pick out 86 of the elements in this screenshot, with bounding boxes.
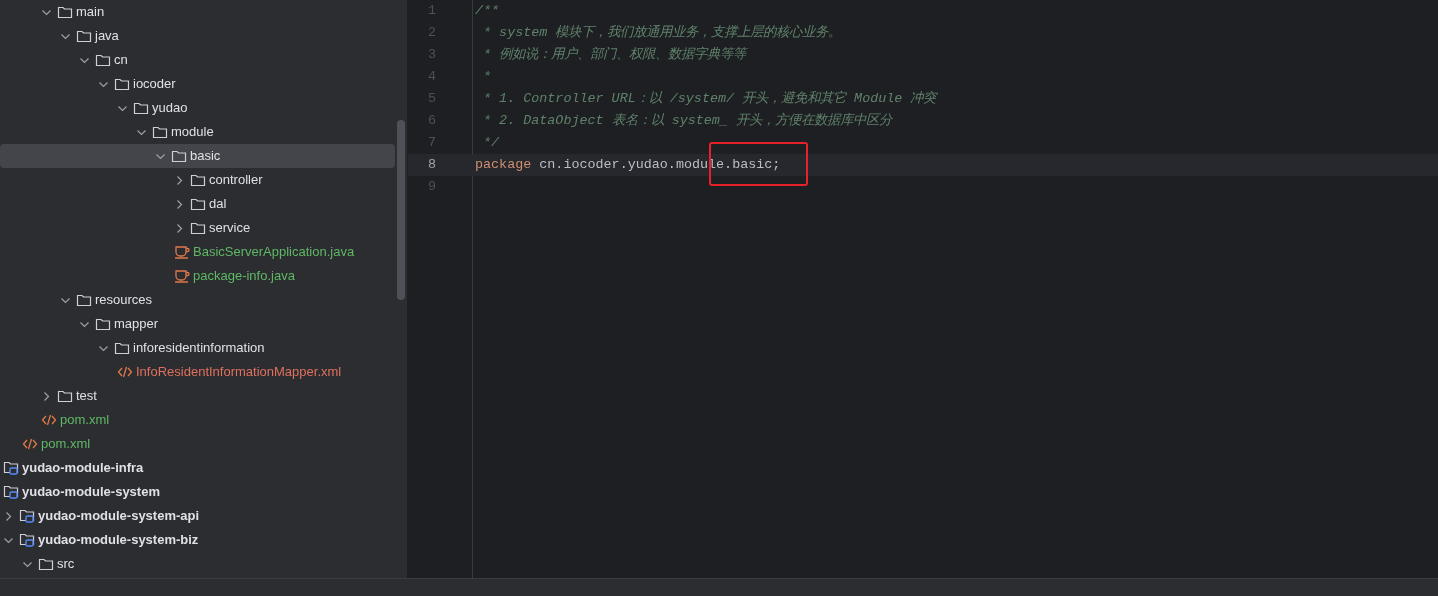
chevron-right-icon	[3, 510, 14, 522]
tree-item-label: test	[76, 388, 97, 404]
tree-item[interactable]: src	[0, 552, 395, 576]
tree-item-label: yudao-module-system-biz	[38, 532, 199, 548]
tree-item[interactable]: module	[0, 120, 395, 144]
chevron-right-icon	[174, 174, 185, 186]
tree-item-label: mapper	[114, 316, 159, 332]
tree-item-label: src	[57, 556, 75, 572]
tree-item-label: inforesidentinformation	[133, 340, 265, 356]
code-tag-icon	[117, 365, 133, 379]
module-folder-icon	[19, 533, 35, 547]
folder-icon	[114, 77, 130, 91]
tree-item-label: dal	[209, 196, 227, 212]
tree-item[interactable]: inforesidentinformation	[0, 336, 395, 360]
folder-icon	[190, 221, 206, 235]
tree-item[interactable]: yudao-module-system	[0, 480, 395, 504]
tree-item[interactable]: InfoResidentInformationMapper.xml	[0, 360, 395, 384]
tree-item-label: pom.xml	[60, 412, 110, 428]
folder-icon	[57, 389, 73, 403]
tree-item[interactable]: resources	[0, 288, 395, 312]
tree-item[interactable]: yudao-module-system-biz	[0, 528, 395, 552]
tree-item-label: service	[209, 220, 251, 236]
tree-item[interactable]: dal	[0, 192, 395, 216]
tree-item[interactable]: controller	[0, 168, 395, 192]
tree-item-label: BasicServerApplication.java	[193, 244, 355, 260]
code-line: * system 模块下，我们放通用业务，支撑上层的核心业务。	[482, 23, 842, 42]
module-folder-icon	[3, 461, 19, 475]
tree-item-label: pom.xml	[41, 436, 91, 452]
tree-item[interactable]: cn	[0, 48, 395, 72]
tree-item-label: yudao-module-system	[22, 484, 160, 500]
chevron-right-icon	[174, 222, 185, 234]
folder-icon	[190, 173, 206, 187]
chevron-right-icon	[174, 198, 185, 210]
tree-item[interactable]: service	[0, 216, 395, 240]
tree-item-label: resources	[95, 292, 153, 308]
tree-item[interactable]: iocoder	[0, 72, 395, 96]
code-line: * 1. Controller URL：以 /system/ 开头，避免和其它 Module 冲突	[482, 89, 937, 108]
tree-item-label: yudao-module-system-api	[38, 508, 200, 524]
tree-item[interactable]: basic	[0, 144, 395, 168]
tree-item[interactable]: pom.xml	[0, 432, 395, 456]
code-line: * 例如说：用户、部门、权限、数据字典等等	[482, 45, 747, 64]
folder-icon	[76, 293, 92, 307]
cup-icon	[174, 245, 190, 259]
code-line: * 2. DataObject 表名：以 system_ 开头，方便在数据库中区分	[482, 111, 892, 130]
folder-icon	[152, 125, 168, 139]
tree-item-label: java	[95, 28, 119, 44]
tree-item[interactable]: package-info.java	[0, 264, 395, 288]
tree-item-label: InfoResidentInformationMapper.xml	[136, 364, 342, 380]
tree-item[interactable]: yudao	[0, 96, 395, 120]
tree-item-label: main	[76, 4, 105, 20]
folder-icon	[95, 53, 111, 67]
tree-item-label: yudao-module-infra	[22, 460, 144, 476]
folder-icon	[95, 317, 111, 331]
tree-item-label: module	[171, 124, 214, 140]
tree-item-label: iocoder	[133, 76, 176, 92]
folder-icon	[114, 341, 130, 355]
folder-icon	[57, 5, 73, 19]
code-tag-icon	[22, 437, 38, 451]
cup-icon	[174, 269, 190, 283]
tree-item-label: cn	[114, 52, 128, 68]
tree-item[interactable]: mapper	[0, 312, 395, 336]
code-line: /**	[475, 1, 500, 20]
folder-icon	[171, 149, 187, 163]
tree-item-label: basic	[190, 148, 221, 164]
tree-item[interactable]: test	[0, 384, 395, 408]
code-tag-icon	[41, 413, 57, 427]
chevron-right-icon	[41, 390, 52, 402]
tree-item[interactable]: pom.xml	[0, 408, 395, 432]
folder-icon	[133, 101, 149, 115]
tree-item[interactable]: java	[0, 24, 395, 48]
scrollbar-thumb[interactable]	[397, 120, 405, 300]
tree-item-label: yudao	[152, 100, 188, 116]
folder-icon	[190, 197, 206, 211]
tree-item[interactable]: main	[0, 0, 395, 24]
folder-icon	[38, 557, 54, 571]
code-line: *	[482, 67, 492, 86]
tree-item[interactable]: yudao-module-system-api	[0, 504, 395, 528]
module-folder-icon	[3, 485, 19, 499]
line-number: 8	[426, 155, 436, 174]
folder-icon	[76, 29, 92, 43]
tree-item-label: controller	[209, 172, 263, 188]
tree-item[interactable]: BasicServerApplication.java	[0, 240, 395, 264]
tree-item-label: package-info.java	[193, 268, 295, 284]
tree-item[interactable]: yudao-module-infra	[0, 456, 395, 480]
code-line: */	[482, 133, 500, 152]
module-folder-icon	[19, 509, 35, 523]
